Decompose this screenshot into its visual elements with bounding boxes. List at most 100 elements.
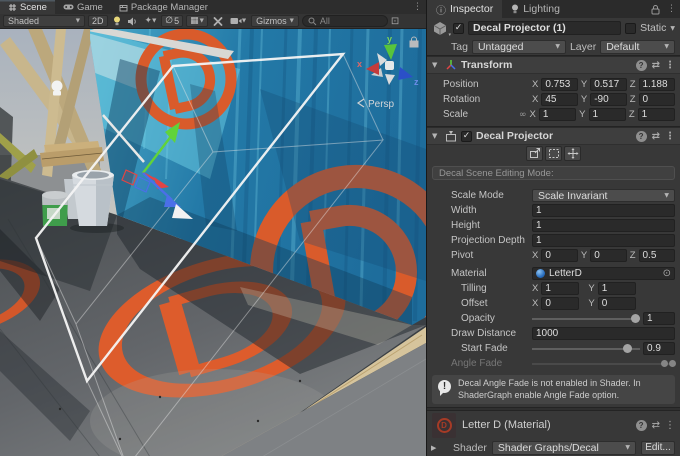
scale-y-field[interactable]: 1 — [589, 108, 626, 121]
transform-header[interactable]: ▼ Transform ? ⇄ ⋮ — [427, 56, 680, 74]
pivot-z-field[interactable]: 0.5 — [639, 249, 676, 262]
axis-x: X — [532, 250, 538, 261]
scene-lighting-toggle[interactable] — [111, 16, 123, 26]
component-enabled-checkbox[interactable]: ✓ — [461, 131, 472, 142]
pick-object-icon[interactable]: ⊡ — [391, 16, 399, 27]
warning-text: Decal Angle Fade is not enabled in Shade… — [458, 378, 641, 400]
lock-icon[interactable] — [650, 4, 661, 15]
kebab-icon[interactable]: ⋮ — [665, 420, 675, 431]
position-z-field[interactable]: 1.188 — [639, 78, 676, 91]
info-icon: ⓘ — [436, 2, 446, 17]
scene-visibility-button[interactable]: ∅ 5 — [161, 15, 183, 27]
foldout-icon[interactable]: ▼ — [432, 132, 441, 140]
scale-x-field[interactable]: 1 — [539, 108, 576, 121]
shader-edit-button[interactable]: Edit... — [641, 441, 675, 455]
opacity-value-field[interactable]: 1 — [643, 312, 675, 325]
edit-pivot-mode-button[interactable] — [564, 146, 581, 161]
offset-y-field[interactable]: 0 — [598, 297, 636, 310]
camera-settings-dropdown[interactable]: ▼ — [228, 17, 248, 25]
kebab-icon[interactable]: ⋮ — [665, 60, 675, 71]
projection-depth-field[interactable]: 1 — [532, 234, 675, 247]
width-field[interactable]: 1 — [532, 204, 675, 217]
rotation-x-field[interactable]: 45 — [541, 93, 578, 106]
scale-mode-row: Scale Mode Scale Invariant ▼ — [427, 188, 680, 203]
persp-label[interactable]: Persp — [368, 99, 395, 110]
scale-mode-dropdown[interactable]: Scale Invariant ▼ — [532, 189, 675, 202]
kebab-icon[interactable]: ⋮ — [409, 0, 426, 14]
scale-mode-value: Scale Invariant — [538, 190, 607, 202]
chevron-down-icon: ▼ — [200, 18, 204, 24]
position-y-field[interactable]: 0.517 — [590, 78, 627, 91]
layer-dropdown[interactable]: Default ▼ — [600, 40, 675, 54]
tab-package-manager[interactable]: Package Manager — [111, 0, 216, 14]
gizmos-dropdown[interactable]: Gizmos ▼ — [251, 15, 299, 27]
light-gizmo-icon[interactable] — [52, 81, 63, 96]
axis-x: X — [532, 79, 538, 90]
lightbulb-icon — [511, 4, 519, 14]
preset-icon[interactable]: ⇄ — [652, 60, 660, 71]
active-checkbox[interactable]: ✓ — [453, 23, 464, 34]
scene-effects-dropdown[interactable]: ✦ ▼ — [143, 16, 159, 26]
scale-z-field[interactable]: 1 — [638, 108, 675, 121]
tag-dropdown[interactable]: Untagged ▼ — [472, 40, 566, 54]
preset-icon[interactable]: ⇄ — [652, 420, 660, 431]
tab-scene[interactable]: Scene — [0, 0, 55, 14]
gameobject-name-field[interactable]: Decal Projector (1) — [468, 21, 621, 35]
gameobject-icon-dropdown[interactable]: ▾ — [432, 21, 449, 36]
edit-scale-mode-button[interactable] — [526, 146, 543, 161]
draw-distance-label: Draw Distance — [427, 328, 532, 339]
static-checkbox[interactable] — [625, 23, 636, 34]
rotation-z-field[interactable]: 0 — [639, 93, 676, 106]
scene-viewport[interactable]: y x z Persp — [0, 29, 426, 456]
offset-x-field[interactable]: 0 — [541, 297, 579, 310]
speaker-icon — [128, 17, 138, 26]
gamepad-icon — [63, 3, 74, 11]
tab-game[interactable]: Game — [55, 0, 111, 14]
opacity-slider[interactable] — [532, 312, 640, 325]
static-flags-dropdown[interactable]: ▼ — [670, 25, 675, 32]
help-icon[interactable]: ? — [636, 131, 647, 142]
layer-label: Layer — [570, 41, 596, 53]
grid-snap-dropdown[interactable]: ▦ ▼ — [186, 15, 208, 27]
scene-search-input[interactable]: All — [302, 15, 388, 27]
component-tools-button[interactable] — [211, 17, 225, 26]
kebab-icon[interactable]: ⋮ — [665, 131, 675, 142]
shader-dropdown[interactable]: Shader Graphs/Decal ▼ — [492, 441, 636, 455]
shading-mode-dropdown[interactable]: Shaded ▼ — [3, 15, 85, 27]
draw-distance-field[interactable]: 1000 — [532, 327, 675, 340]
help-icon[interactable]: ? — [636, 60, 647, 71]
grid-icon: ▦ — [190, 16, 199, 26]
material-object-field[interactable]: LetterD ⊙ — [532, 267, 675, 280]
letter-d-logo: D — [437, 418, 452, 433]
pivot-y-field[interactable]: 0 — [590, 249, 627, 262]
foldout-icon[interactable]: ▼ — [432, 61, 441, 69]
axis-x: X — [532, 298, 538, 309]
chevron-down-icon: ▼ — [290, 18, 294, 24]
tab-lighting[interactable]: Lighting — [502, 0, 569, 18]
tab-inspector[interactable]: ⓘ Inspector — [427, 0, 502, 18]
link-scale-icon[interactable]: ∞ — [519, 110, 527, 120]
height-field[interactable]: 1 — [532, 219, 675, 232]
foldout-icon[interactable]: ▶ — [431, 444, 440, 452]
preset-icon[interactable]: ⇄ — [652, 131, 660, 142]
2d-toggle-button[interactable]: 2D — [88, 15, 108, 27]
edit-crop-mode-button[interactable] — [545, 146, 562, 161]
position-x-field[interactable]: 0.753 — [541, 78, 578, 91]
object-picker-icon[interactable]: ⊙ — [663, 268, 671, 279]
tilling-x-field[interactable]: 1 — [541, 282, 579, 295]
tools-icon — [213, 17, 223, 26]
rotation-y-field[interactable]: -90 — [590, 93, 627, 106]
pivot-x-field[interactable]: 0 — [541, 249, 578, 262]
start-fade-slider[interactable] — [532, 342, 640, 355]
scene-audio-toggle[interactable] — [126, 17, 140, 26]
axis-z: Z — [630, 94, 636, 105]
help-icon[interactable]: ? — [636, 420, 647, 431]
kebab-icon[interactable]: ⋮ — [663, 0, 680, 18]
rotation-label: Rotation — [427, 94, 532, 105]
axis-z-label: z — [414, 77, 419, 87]
start-fade-value-field[interactable]: 0.9 — [643, 342, 675, 355]
decal-projector-header[interactable]: ▼ ✓ Decal Projector ? ⇄ ⋮ — [427, 127, 680, 145]
position-row: Position X0.753 Y0.517 Z1.188 — [427, 77, 680, 92]
tilling-y-field[interactable]: 1 — [598, 282, 636, 295]
material-preview-header[interactable]: D Letter D (Material) ? ⇄ ⋮ — [427, 411, 680, 439]
